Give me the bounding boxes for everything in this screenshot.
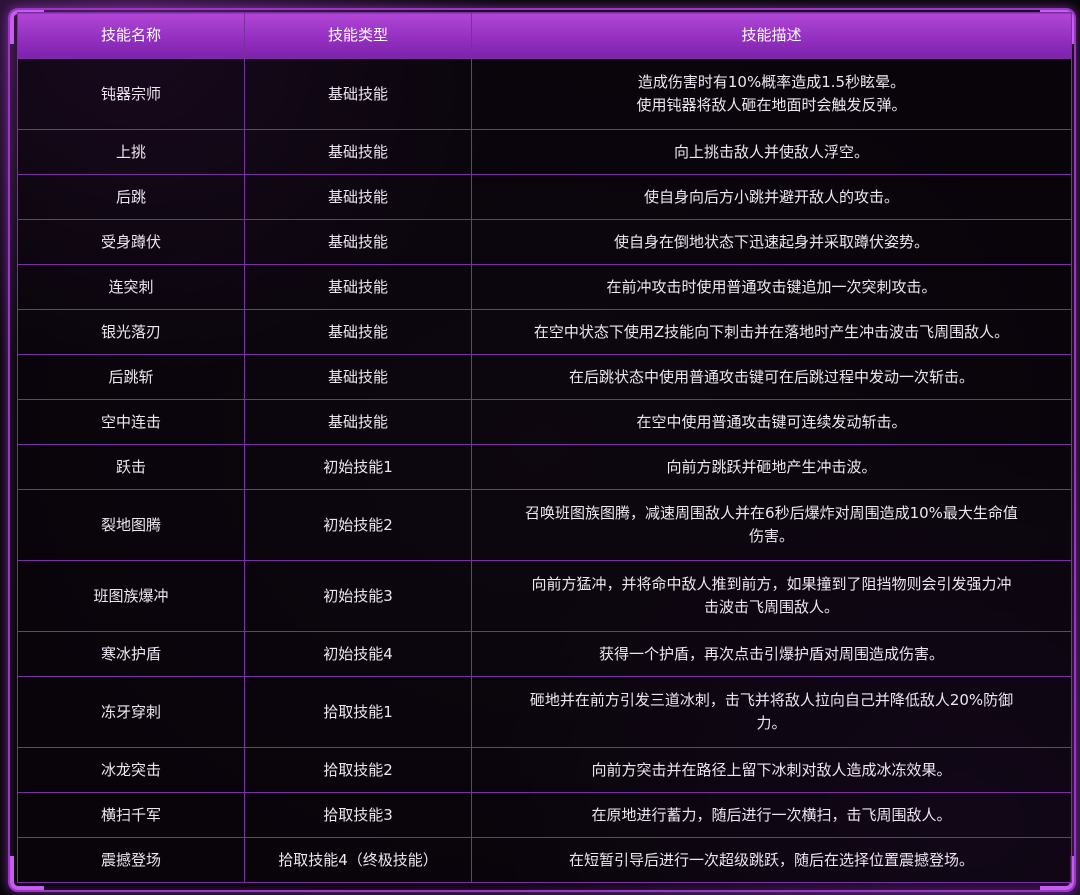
- table-row: 空中连击 基础技能 在空中使用普通攻击键可连续发动斩击。: [17, 399, 1072, 445]
- skill-name: 横扫千军: [17, 792, 245, 838]
- table-row: 后跳 基础技能 使自身向后方小跳并避开敌人的攻击。: [17, 174, 1072, 220]
- skill-description: 在前冲攻击时使用普通攻击键追加一次突刺攻击。: [471, 264, 1072, 310]
- skill-name: 上挑: [17, 129, 245, 175]
- skill-name: 跃击: [17, 444, 245, 490]
- skill-name: 冰龙突击: [17, 747, 245, 793]
- skill-description: 在原地进行蓄力，随后进行一次横扫，击飞周围敌人。: [471, 792, 1072, 838]
- skill-type: 拾取技能1: [244, 676, 472, 748]
- table-row: 银光落刃 基础技能 在空中状态下使用Z技能向下刺击并在落地时产生冲击波击飞周围敌…: [17, 309, 1072, 355]
- skills-table: 技能名称 技能类型 技能描述 钝器宗师 基础技能 造成伤害时有10%概率造成1.…: [17, 12, 1072, 883]
- skill-description: 向前方猛冲，并将命中敌人推到前方，如果撞到了阻挡物则会引发强力冲 击波击飞周围敌…: [471, 560, 1072, 632]
- table-row: 后跳斩 基础技能 在后跳状态中使用普通攻击键可在后跳过程中发动一次斩击。: [17, 354, 1072, 400]
- skill-type: 初始技能4: [244, 631, 472, 677]
- skill-type: 基础技能: [244, 354, 472, 400]
- skill-name: 震撼登场: [17, 837, 245, 883]
- skill-description: 向上挑击敌人并使敌人浮空。: [471, 129, 1072, 175]
- skill-type: 拾取技能3: [244, 792, 472, 838]
- header-skill-description: 技能描述: [471, 12, 1072, 59]
- skill-type: 基础技能: [244, 219, 472, 265]
- skill-description: 使自身在倒地状态下迅速起身并采取蹲伏姿势。: [471, 219, 1072, 265]
- header-skill-type: 技能类型: [244, 12, 472, 59]
- table-row: 跃击 初始技能1 向前方跳跃并砸地产生冲击波。: [17, 444, 1072, 490]
- skill-name: 班图族爆冲: [17, 560, 245, 632]
- skill-type: 基础技能: [244, 309, 472, 355]
- skill-description: 向前方突击并在路径上留下冰刺对敌人造成冰冻效果。: [471, 747, 1072, 793]
- table-row: 受身蹲伏 基础技能 使自身在倒地状态下迅速起身并采取蹲伏姿势。: [17, 219, 1072, 265]
- skill-type: 基础技能: [244, 399, 472, 445]
- skill-type: 基础技能: [244, 264, 472, 310]
- skill-name: 后跳: [17, 174, 245, 220]
- table-row: 裂地图腾 初始技能2 召唤班图族图腾，减速周围敌人并在6秒后爆炸对周围造成10%…: [17, 489, 1072, 561]
- table-row: 班图族爆冲 初始技能3 向前方猛冲，并将命中敌人推到前方，如果撞到了阻挡物则会引…: [17, 560, 1072, 632]
- table-row: 横扫千军 拾取技能3 在原地进行蓄力，随后进行一次横扫，击飞周围敌人。: [17, 792, 1072, 838]
- table-row: 震撼登场 拾取技能4（终极技能） 在短暂引导后进行一次超级跳跃，随后在选择位置震…: [17, 837, 1072, 883]
- skill-name: 连突刺: [17, 264, 245, 310]
- table-row: 连突刺 基础技能 在前冲攻击时使用普通攻击键追加一次突刺攻击。: [17, 264, 1072, 310]
- table-row: 冻牙穿刺 拾取技能1 砸地并在前方引发三道冰刺，击飞并将敌人拉向自己并降低敌人2…: [17, 676, 1072, 748]
- skill-type: 基础技能: [244, 58, 472, 130]
- skill-type: 拾取技能4（终极技能）: [244, 837, 472, 883]
- skill-type: 基础技能: [244, 174, 472, 220]
- skill-name: 裂地图腾: [17, 489, 245, 561]
- skill-description: 造成伤害时有10%概率造成1.5秒眩晕。 使用钝器将敌人砸在地面时会触发反弹。: [471, 58, 1072, 130]
- skill-name: 冻牙穿刺: [17, 676, 245, 748]
- header-skill-name: 技能名称: [17, 12, 245, 59]
- skill-type: 初始技能2: [244, 489, 472, 561]
- skill-type: 拾取技能2: [244, 747, 472, 793]
- skill-description: 召唤班图族图腾，减速周围敌人并在6秒后爆炸对周围造成10%最大生命值 伤害。: [471, 489, 1072, 561]
- skill-description: 在短暂引导后进行一次超级跳跃，随后在选择位置震撼登场。: [471, 837, 1072, 883]
- skill-type: 基础技能: [244, 129, 472, 175]
- skill-description: 砸地并在前方引发三道冰刺，击飞并将敌人拉向自己并降低敌人20%防御 力。: [471, 676, 1072, 748]
- skill-description: 在后跳状态中使用普通攻击键可在后跳过程中发动一次斩击。: [471, 354, 1072, 400]
- table-row: 冰龙突击 拾取技能2 向前方突击并在路径上留下冰刺对敌人造成冰冻效果。: [17, 747, 1072, 793]
- skill-name: 空中连击: [17, 399, 245, 445]
- skill-type: 初始技能3: [244, 560, 472, 632]
- skill-description: 使自身向后方小跳并避开敌人的攻击。: [471, 174, 1072, 220]
- table-row: 上挑 基础技能 向上挑击敌人并使敌人浮空。: [17, 129, 1072, 175]
- skill-name: 后跳斩: [17, 354, 245, 400]
- skill-description: 在空中状态下使用Z技能向下刺击并在落地时产生冲击波击飞周围敌人。: [471, 309, 1072, 355]
- table-header-row: 技能名称 技能类型 技能描述: [17, 12, 1072, 59]
- skill-name: 银光落刃: [17, 309, 245, 355]
- skill-description: 向前方跳跃并砸地产生冲击波。: [471, 444, 1072, 490]
- skill-description: 在空中使用普通攻击键可连续发动斩击。: [471, 399, 1072, 445]
- skill-name: 寒冰护盾: [17, 631, 245, 677]
- skill-type: 初始技能1: [244, 444, 472, 490]
- skill-name: 钝器宗师: [17, 58, 245, 130]
- skill-name: 受身蹲伏: [17, 219, 245, 265]
- table-row: 寒冰护盾 初始技能4 获得一个护盾，再次点击引爆护盾对周围造成伤害。: [17, 631, 1072, 677]
- table-row: 钝器宗师 基础技能 造成伤害时有10%概率造成1.5秒眩晕。 使用钝器将敌人砸在…: [17, 58, 1072, 130]
- skill-description: 获得一个护盾，再次点击引爆护盾对周围造成伤害。: [471, 631, 1072, 677]
